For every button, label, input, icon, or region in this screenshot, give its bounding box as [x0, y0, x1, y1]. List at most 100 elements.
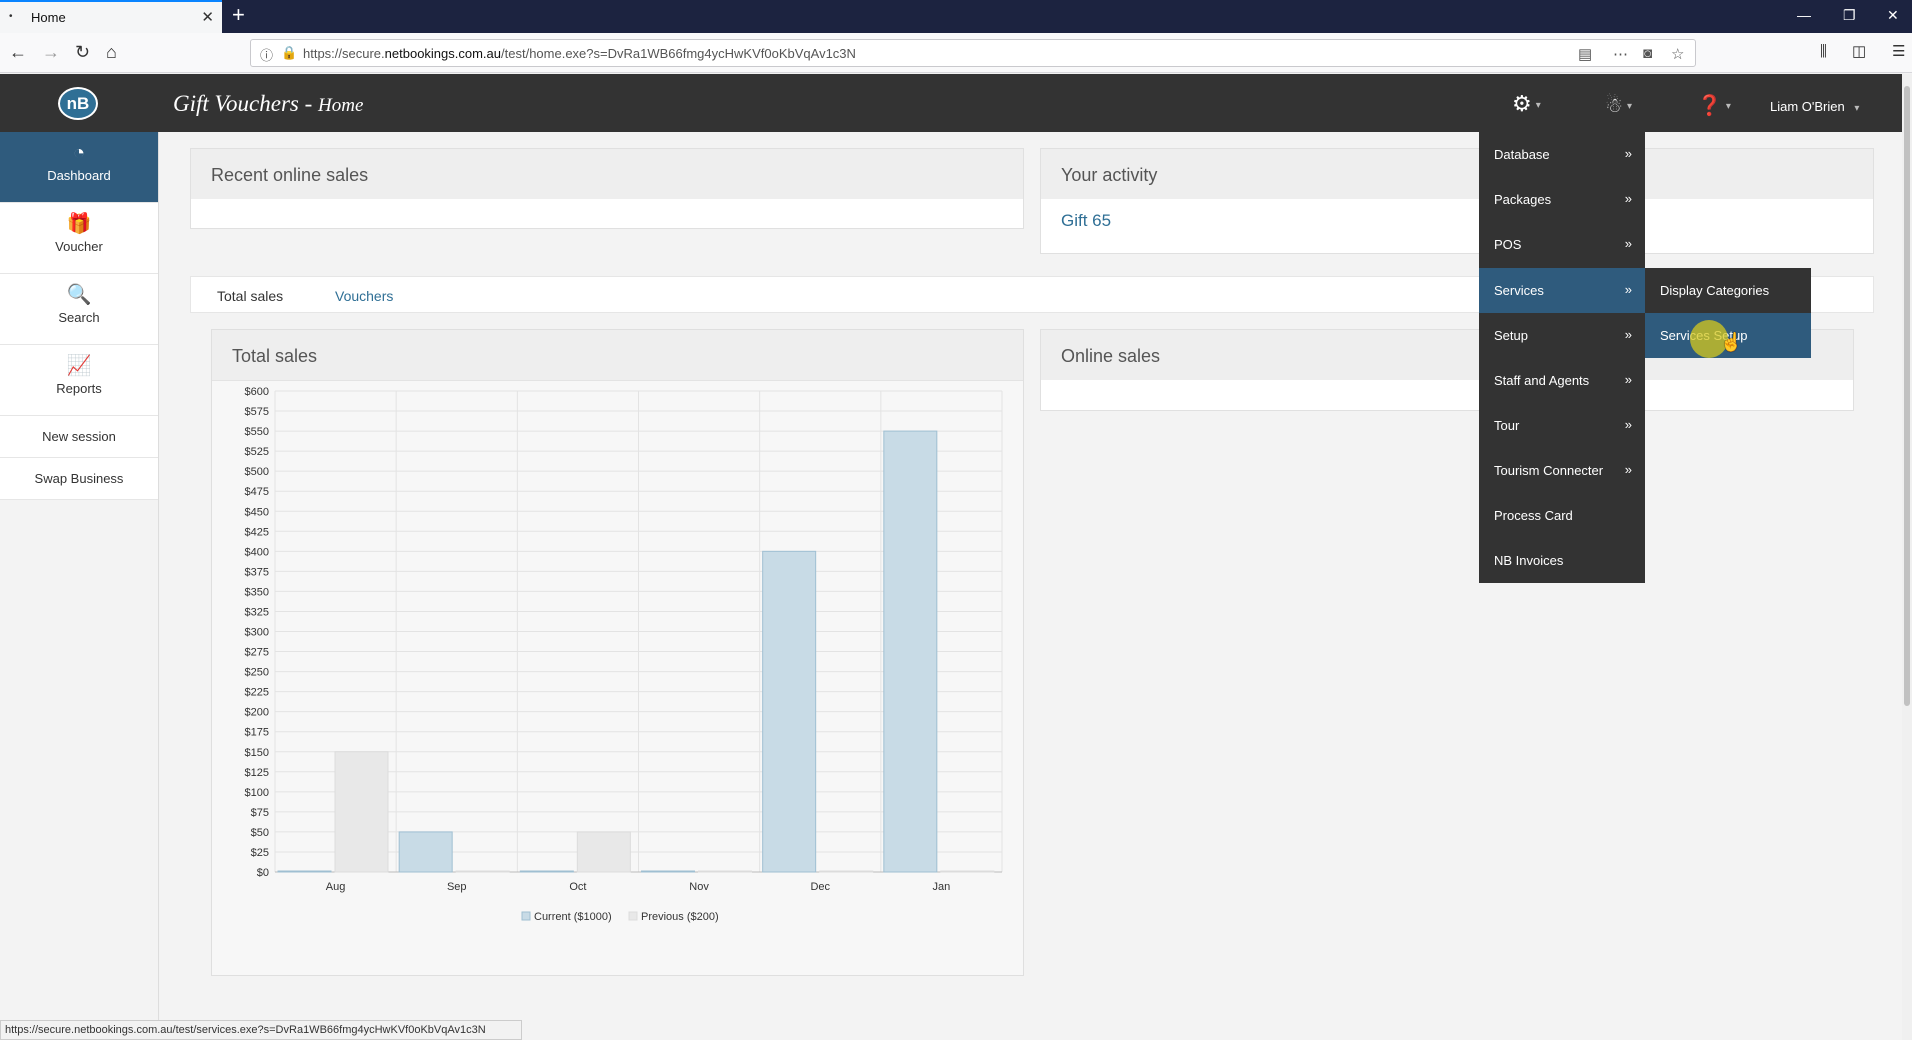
chart-icon: 📈 — [66, 355, 92, 377]
browser-tab-bar: • Home ✕ + — ❐ ✕ — [0, 0, 1912, 33]
user-name: Liam O'Brien — [1770, 99, 1845, 114]
search-icon: 🔍 — [66, 284, 92, 306]
activity-link[interactable]: Gift 65 — [1061, 211, 1111, 231]
y-tick-label: $25 — [251, 847, 269, 859]
browser-nav-bar: ← → ↻ ⌂ ⓘ 🔒 https://secure.netbookings.c… — [0, 33, 1912, 73]
menu-item-setup[interactable]: Setup » — [1479, 313, 1645, 358]
library-icon[interactable]: ⫼ — [1820, 42, 1827, 62]
menu-item-pos[interactable]: POS » — [1479, 222, 1645, 267]
sidebar-item-voucher[interactable]: 🎁 Voucher — [0, 203, 158, 274]
y-tick-label: $75 — [251, 807, 269, 819]
menu-item-process-card[interactable]: Process Card — [1479, 493, 1645, 538]
submenu-arrow-icon: » — [1624, 236, 1632, 251]
bar-current — [519, 870, 574, 873]
y-tick-label: $450 — [245, 506, 269, 518]
browser-tab[interactable]: • Home ✕ — [0, 0, 222, 33]
bar-previous — [819, 870, 874, 873]
forward-icon[interactable]: → — [42, 42, 60, 62]
y-tick-label: $525 — [245, 446, 269, 458]
page-actions-icon[interactable]: ⋯ — [1613, 45, 1628, 63]
submenu-item-display-categories[interactable]: Display Categories — [1645, 268, 1811, 313]
y-tick-label: $425 — [245, 526, 269, 538]
lock-icon: 🔒 — [281, 45, 298, 60]
back-icon[interactable]: ← — [9, 42, 27, 62]
x-tick-label: Dec — [810, 881, 830, 893]
panel-heading: Recent online sales — [191, 149, 1023, 199]
y-tick-label: $400 — [245, 546, 269, 558]
help-icon[interactable]: ❓ ▾ — [1697, 93, 1731, 118]
y-tick-label: $550 — [245, 426, 269, 438]
close-window-icon[interactable]: ✕ — [1887, 7, 1899, 24]
pocket-icon[interactable]: ◙ — [1643, 45, 1652, 62]
bar-previous — [940, 870, 995, 873]
menu-item-nb-invoices[interactable]: NB Invoices — [1479, 538, 1645, 583]
menu-item-staff-and-agents[interactable]: Staff and Agents » — [1479, 358, 1645, 403]
app-title: Gift Vouchers - — [173, 91, 319, 116]
scrollbar-thumb[interactable] — [1904, 86, 1910, 706]
user-menu[interactable]: Liam O'Brien ▾ — [1770, 99, 1859, 114]
y-tick-label: $200 — [245, 707, 269, 719]
chart-heading: Total sales — [212, 330, 1023, 381]
sidebar-item-new-session[interactable]: New session — [0, 416, 158, 458]
new-tab-icon[interactable]: + — [232, 4, 245, 26]
x-tick-label: Aug — [326, 881, 346, 893]
x-tick-label: Jan — [933, 881, 951, 893]
user-agent-icon[interactable]: ☃ ▾ — [1605, 93, 1632, 118]
menu-item-label: Tour — [1494, 418, 1520, 433]
sidebar-toggle-icon[interactable]: ◫ — [1852, 42, 1866, 62]
hamburger-menu-icon[interactable]: ☰ — [1892, 42, 1905, 62]
menu-item-packages[interactable]: Packages » — [1479, 177, 1645, 222]
settings-dropdown-menu: Database » Packages » POS » Services » Setup… — [1479, 132, 1645, 583]
menu-item-database[interactable]: Database » — [1479, 132, 1645, 177]
app-header: nB Gift Vouchers - Home ⚙ ▾ ☃ ▾ ❓ ▾ Liam O'… — [0, 74, 1912, 132]
recent-online-sales-panel: Recent online sales — [190, 148, 1024, 229]
reload-icon[interactable]: ↻ — [75, 42, 90, 62]
legend-swatch — [521, 911, 531, 921]
submenu-arrow-icon: » — [1624, 462, 1632, 477]
y-tick-label: $175 — [245, 727, 269, 739]
y-tick-label: $375 — [245, 566, 269, 578]
bar-current — [762, 550, 817, 873]
info-icon[interactable]: ⓘ — [260, 45, 273, 64]
y-tick-label: $100 — [245, 787, 269, 799]
menu-item-tourism-connecter[interactable]: Tourism Connecter » — [1479, 448, 1645, 493]
sidebar-item-label: Voucher — [55, 239, 103, 254]
url-text: https://secure.netbookings.com.au/test/h… — [303, 46, 856, 61]
netbookings-logo[interactable]: nB — [58, 87, 98, 120]
bar-previous — [455, 870, 510, 873]
minimize-icon[interactable]: — — [1797, 7, 1811, 23]
menu-item-tour[interactable]: Tour » — [1479, 403, 1645, 448]
url-path: /test/home.exe?s=DvRa1WB66fmg4ycHwKVf0oK… — [501, 46, 856, 61]
your-activity-panel: Your activity Gift 65 — [1040, 148, 1874, 254]
reader-view-icon[interactable]: ▤ — [1578, 45, 1592, 63]
y-tick-label: $125 — [245, 767, 269, 779]
menu-item-services[interactable]: Services » — [1479, 268, 1645, 313]
sidebar-item-label: Dashboard — [47, 168, 111, 183]
y-tick-label: $50 — [251, 827, 269, 839]
tab-indicator-dot: • — [9, 11, 13, 22]
dashboard-icon: ◔ — [72, 142, 86, 164]
bar-previous — [334, 751, 389, 873]
close-tab-icon[interactable]: ✕ — [201, 8, 214, 26]
sidebar-item-label: New session — [42, 429, 116, 444]
sidebar-item-reports[interactable]: 📈 Reports — [0, 345, 158, 416]
legend-label: Previous ($200) — [641, 911, 719, 923]
menu-item-label: Database — [1494, 147, 1550, 162]
sidebar-item-dashboard[interactable]: ◔ Dashboard — [0, 132, 158, 203]
sidebar-item-swap-business[interactable]: Swap Business — [0, 458, 158, 500]
tab-total-sales[interactable]: Total sales — [217, 288, 283, 304]
bookmark-star-icon[interactable]: ☆ — [1671, 45, 1684, 63]
sidebar-item-search[interactable]: 🔍 Search — [0, 274, 158, 345]
page-scrollbar[interactable] — [1902, 74, 1912, 1040]
submenu-arrow-icon: » — [1624, 372, 1632, 387]
menu-item-label: Setup — [1494, 328, 1528, 343]
tab-vouchers[interactable]: Vouchers — [335, 288, 393, 304]
submenu-arrow-icon: » — [1624, 191, 1632, 206]
url-bar[interactable]: ⓘ 🔒 https://secure.netbookings.com.au/te… — [250, 39, 1696, 67]
settings-gear-icon[interactable]: ⚙ ▾ — [1512, 91, 1541, 117]
restore-icon[interactable]: ❐ — [1843, 7, 1856, 24]
status-bar-url: https://secure.netbookings.com.au/test/s… — [0, 1020, 522, 1040]
home-icon[interactable]: ⌂ — [106, 42, 117, 62]
page-subtitle: Home — [318, 95, 364, 116]
submenu-arrow-icon: » — [1624, 327, 1632, 342]
